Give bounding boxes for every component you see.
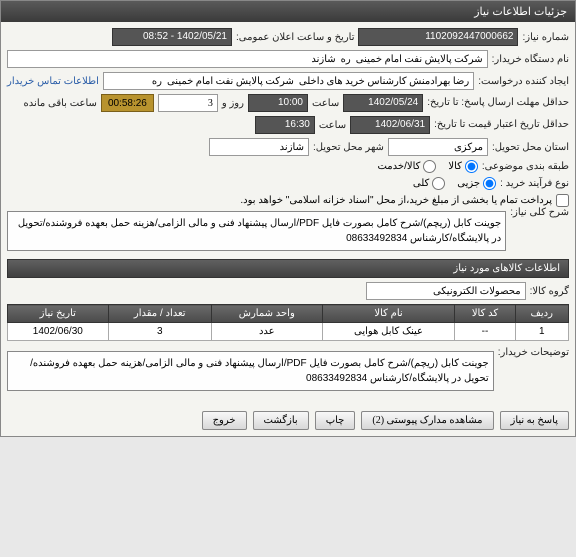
- group-input[interactable]: [366, 282, 526, 300]
- process-radio-group: جزیی کلی: [413, 177, 496, 190]
- button-bar: پاسخ به نیاز مشاهده مدارک پیوستی (2) چاپ…: [1, 405, 575, 436]
- delivery-state-label: استان محل تحویل:: [492, 142, 569, 153]
- countdown-timer: 00:58:26: [101, 94, 154, 112]
- radio-full[interactable]: کلی: [413, 177, 445, 190]
- radio-service[interactable]: کالا/خدمت: [377, 160, 436, 173]
- announce-value: 1402/05/21 - 08:52: [112, 28, 232, 46]
- cell-qty: 3: [108, 323, 211, 341]
- remaining-label: ساعت باقی مانده: [24, 98, 97, 109]
- radio-full-label: کلی: [413, 178, 429, 189]
- exit-button[interactable]: خروج: [202, 411, 247, 430]
- need-number-value: 1102092447000662: [358, 28, 518, 46]
- window-title: جزئیات اطلاعات نیاز: [1, 1, 575, 22]
- validity-date: 1402/06/31: [350, 116, 430, 134]
- subject-box: جوینت کابل (ریچم)/شرح کامل بصورت فایل PD…: [7, 211, 506, 251]
- time-label-2: ساعت: [319, 120, 346, 131]
- cell-date: 1402/06/30: [8, 323, 109, 341]
- deadline-label: حداقل مهلت ارسال پاسخ: تا تاریخ:: [427, 97, 569, 109]
- respond-button[interactable]: پاسخ به نیاز: [500, 411, 570, 430]
- radio-partial-label: جزیی: [457, 178, 480, 189]
- form-content: شماره نیاز: 1102092447000662 تاریخ و ساع…: [1, 22, 575, 405]
- buyer-notes-label: توضیحات خریدار:: [498, 347, 569, 358]
- creator-input[interactable]: [103, 72, 474, 90]
- print-button[interactable]: چاپ: [315, 411, 356, 430]
- table-header-row: ردیف کد کالا نام کالا واحد شمارش تعداد /…: [8, 305, 569, 323]
- validity-label: حداقل تاریخ اعتبار قیمت تا تاریخ:: [434, 119, 569, 131]
- items-section-header: اطلاعات کالاهای مورد نیاز: [7, 259, 569, 278]
- buyer-notes-box: جوینت کابل (ریچم)/شرح کامل بصورت فایل PD…: [7, 351, 494, 391]
- radio-service-label: کالا/خدمت: [377, 161, 420, 172]
- process-label: نوع فرآیند خرید :: [500, 178, 569, 189]
- contact-link[interactable]: اطلاعات تماس خریدار: [7, 76, 99, 87]
- group-label: گروه کالا:: [530, 286, 569, 297]
- buyer-input[interactable]: [7, 50, 488, 68]
- subject-label: شرح کلی نیاز:: [510, 207, 569, 218]
- deadline-time: 10:00: [248, 94, 308, 112]
- delivery-city-label: شهر محل تحویل:: [313, 142, 384, 153]
- details-window: جزئیات اطلاعات نیاز شماره نیاز: 11020924…: [0, 0, 576, 437]
- treasury-note: پرداخت تمام یا بخشی از مبلغ خرید،از محل …: [240, 195, 552, 206]
- cell-name: عینک کابل هوایی: [322, 323, 455, 341]
- time-label-1: ساعت: [312, 98, 339, 109]
- radio-goods[interactable]: کالا: [448, 160, 478, 173]
- delivery-city-input[interactable]: [209, 138, 309, 156]
- radio-goods-label: کالا: [448, 161, 462, 172]
- need-number-label: شماره نیاز:: [522, 32, 569, 43]
- treasury-checkbox-row: پرداخت تمام یا بخشی از مبلغ خرید،از محل …: [7, 194, 569, 207]
- attachments-button[interactable]: مشاهده مدارک پیوستی (2): [361, 411, 493, 430]
- deadline-date: 1402/05/24: [343, 94, 423, 112]
- th-unit: واحد شمارش: [211, 305, 322, 323]
- th-idx: ردیف: [515, 305, 568, 323]
- radio-service-input[interactable]: [423, 160, 436, 173]
- cell-code: --: [455, 323, 515, 341]
- cell-idx: 1: [515, 323, 568, 341]
- validity-time: 16:30: [255, 116, 315, 134]
- cell-unit: عدد: [211, 323, 322, 341]
- delivery-state-input[interactable]: [388, 138, 488, 156]
- packing-label: طبقه بندی موضوعی:: [482, 161, 569, 172]
- radio-full-input[interactable]: [432, 177, 445, 190]
- buyer-label: نام دستگاه خریدار:: [492, 54, 569, 65]
- creator-label: ایجاد کننده درخواست:: [478, 76, 569, 87]
- radio-goods-input[interactable]: [465, 160, 478, 173]
- days-input[interactable]: [158, 94, 218, 112]
- table-row[interactable]: 1 -- عینک کابل هوایی عدد 3 1402/06/30: [8, 323, 569, 341]
- th-qty: تعداد / مقدار: [108, 305, 211, 323]
- items-table: ردیف کد کالا نام کالا واحد شمارش تعداد /…: [7, 304, 569, 341]
- th-name: نام کالا: [322, 305, 455, 323]
- th-code: کد کالا: [455, 305, 515, 323]
- announce-label: تاریخ و ساعت اعلان عمومی:: [236, 32, 355, 43]
- th-date: تاریخ نیاز: [8, 305, 109, 323]
- radio-partial-input[interactable]: [483, 177, 496, 190]
- treasury-checkbox[interactable]: [556, 194, 569, 207]
- radio-partial[interactable]: جزیی: [457, 177, 496, 190]
- day-label: روز و: [222, 98, 244, 109]
- packing-radio-group: کالا کالا/خدمت: [377, 160, 477, 173]
- back-button[interactable]: بازگشت: [253, 411, 309, 430]
